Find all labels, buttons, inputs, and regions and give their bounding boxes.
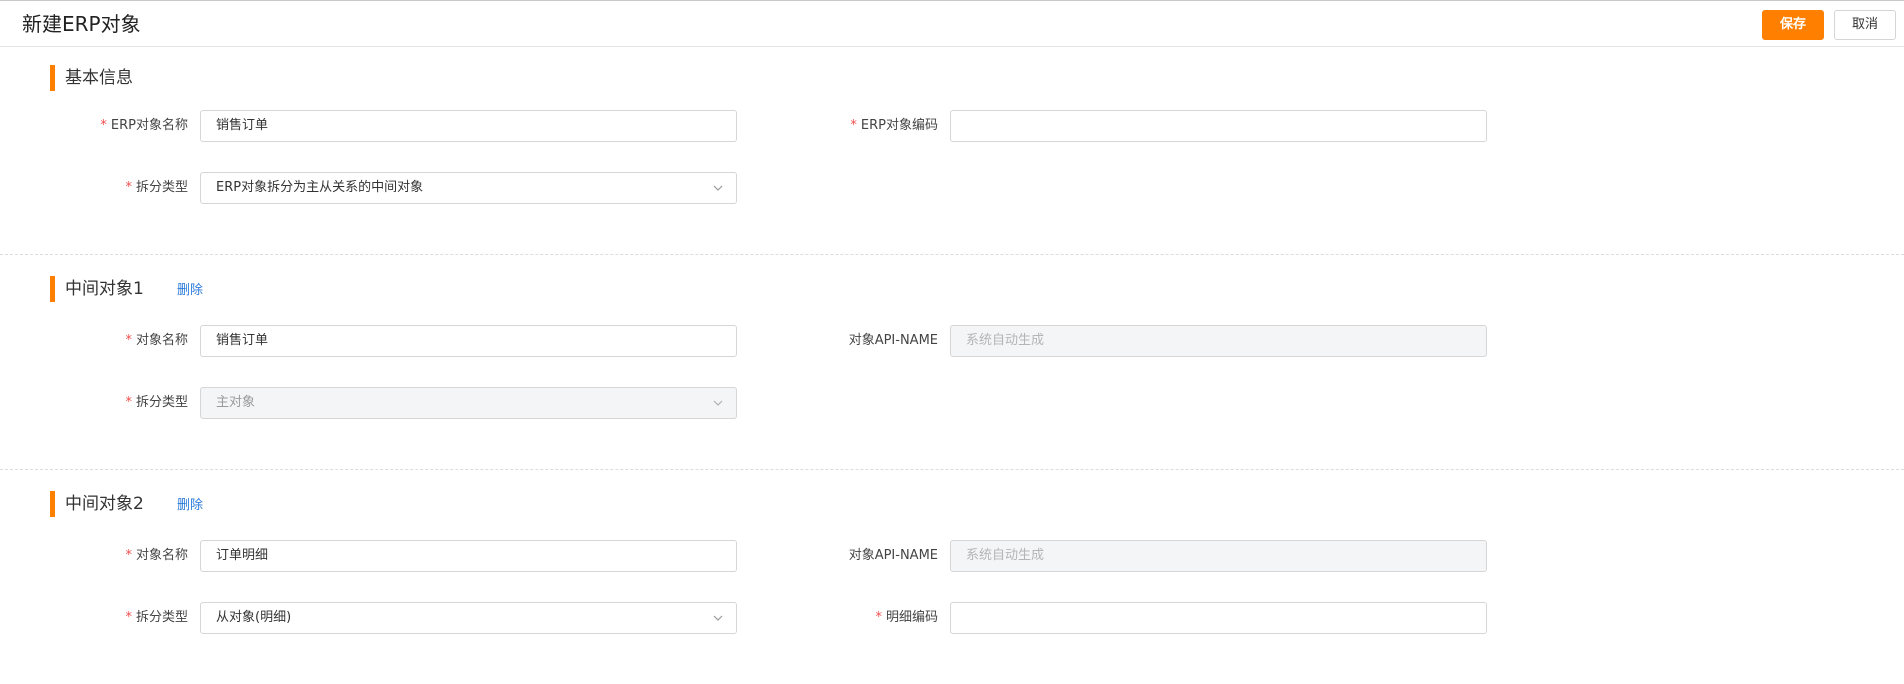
- erp-object-name-input[interactable]: 销售订单: [200, 110, 737, 142]
- required-mark: *: [125, 395, 132, 410]
- erp-object-name-label: * ERP对象名称: [100, 118, 188, 133]
- section-accent-bar: [50, 491, 55, 517]
- section-title: 中间对象2: [65, 494, 144, 514]
- page-title: 新建ERP对象: [22, 12, 141, 36]
- object-name-label: * 对象名称: [125, 548, 188, 563]
- required-mark: *: [100, 118, 107, 133]
- split-type-label: * 拆分类型: [125, 610, 188, 625]
- delete-link[interactable]: 删除: [177, 497, 203, 515]
- section-title: 基本信息: [65, 68, 133, 88]
- section-divider: [0, 469, 1904, 470]
- chevron-down-icon: [713, 183, 723, 193]
- object-api-name-input[interactable]: 系统自动生成: [950, 540, 1487, 572]
- delete-link[interactable]: 删除: [177, 282, 203, 300]
- page-header: 新建ERP对象 保存 取消: [0, 0, 1904, 47]
- required-mark: *: [125, 333, 132, 348]
- split-type-select[interactable]: 主对象: [200, 387, 737, 419]
- section-accent-bar: [50, 65, 55, 91]
- split-type-label: * 拆分类型: [125, 395, 188, 410]
- required-mark: *: [125, 180, 132, 195]
- split-type-select[interactable]: ERP对象拆分为主从关系的中间对象: [200, 172, 737, 204]
- object-name-input[interactable]: 订单明细: [200, 540, 737, 572]
- save-button[interactable]: 保存: [1762, 10, 1824, 40]
- chevron-down-icon: [713, 613, 723, 623]
- object-name-label: * 对象名称: [125, 333, 188, 348]
- erp-object-code-label: * ERP对象编码: [850, 118, 938, 133]
- split-type-select[interactable]: 从对象(明细): [200, 602, 737, 634]
- section-title: 中间对象1: [65, 279, 144, 299]
- object-api-name-label: 对象API-NAME: [848, 333, 938, 348]
- detail-code-label: * 明细编码: [875, 610, 938, 625]
- chevron-down-icon: [713, 398, 723, 408]
- object-api-name-label: 对象API-NAME: [848, 548, 938, 563]
- section-accent-bar: [50, 276, 55, 302]
- required-mark: *: [875, 610, 882, 625]
- cancel-button[interactable]: 取消: [1834, 10, 1896, 40]
- split-type-label: * 拆分类型: [125, 180, 188, 195]
- section-divider: [0, 254, 1904, 255]
- object-name-input[interactable]: 销售订单: [200, 325, 737, 357]
- erp-object-code-input[interactable]: [950, 110, 1487, 142]
- required-mark: *: [125, 548, 132, 563]
- required-mark: *: [850, 118, 857, 133]
- object-api-name-input[interactable]: 系统自动生成: [950, 325, 1487, 357]
- detail-code-input[interactable]: [950, 602, 1487, 634]
- required-mark: *: [125, 610, 132, 625]
